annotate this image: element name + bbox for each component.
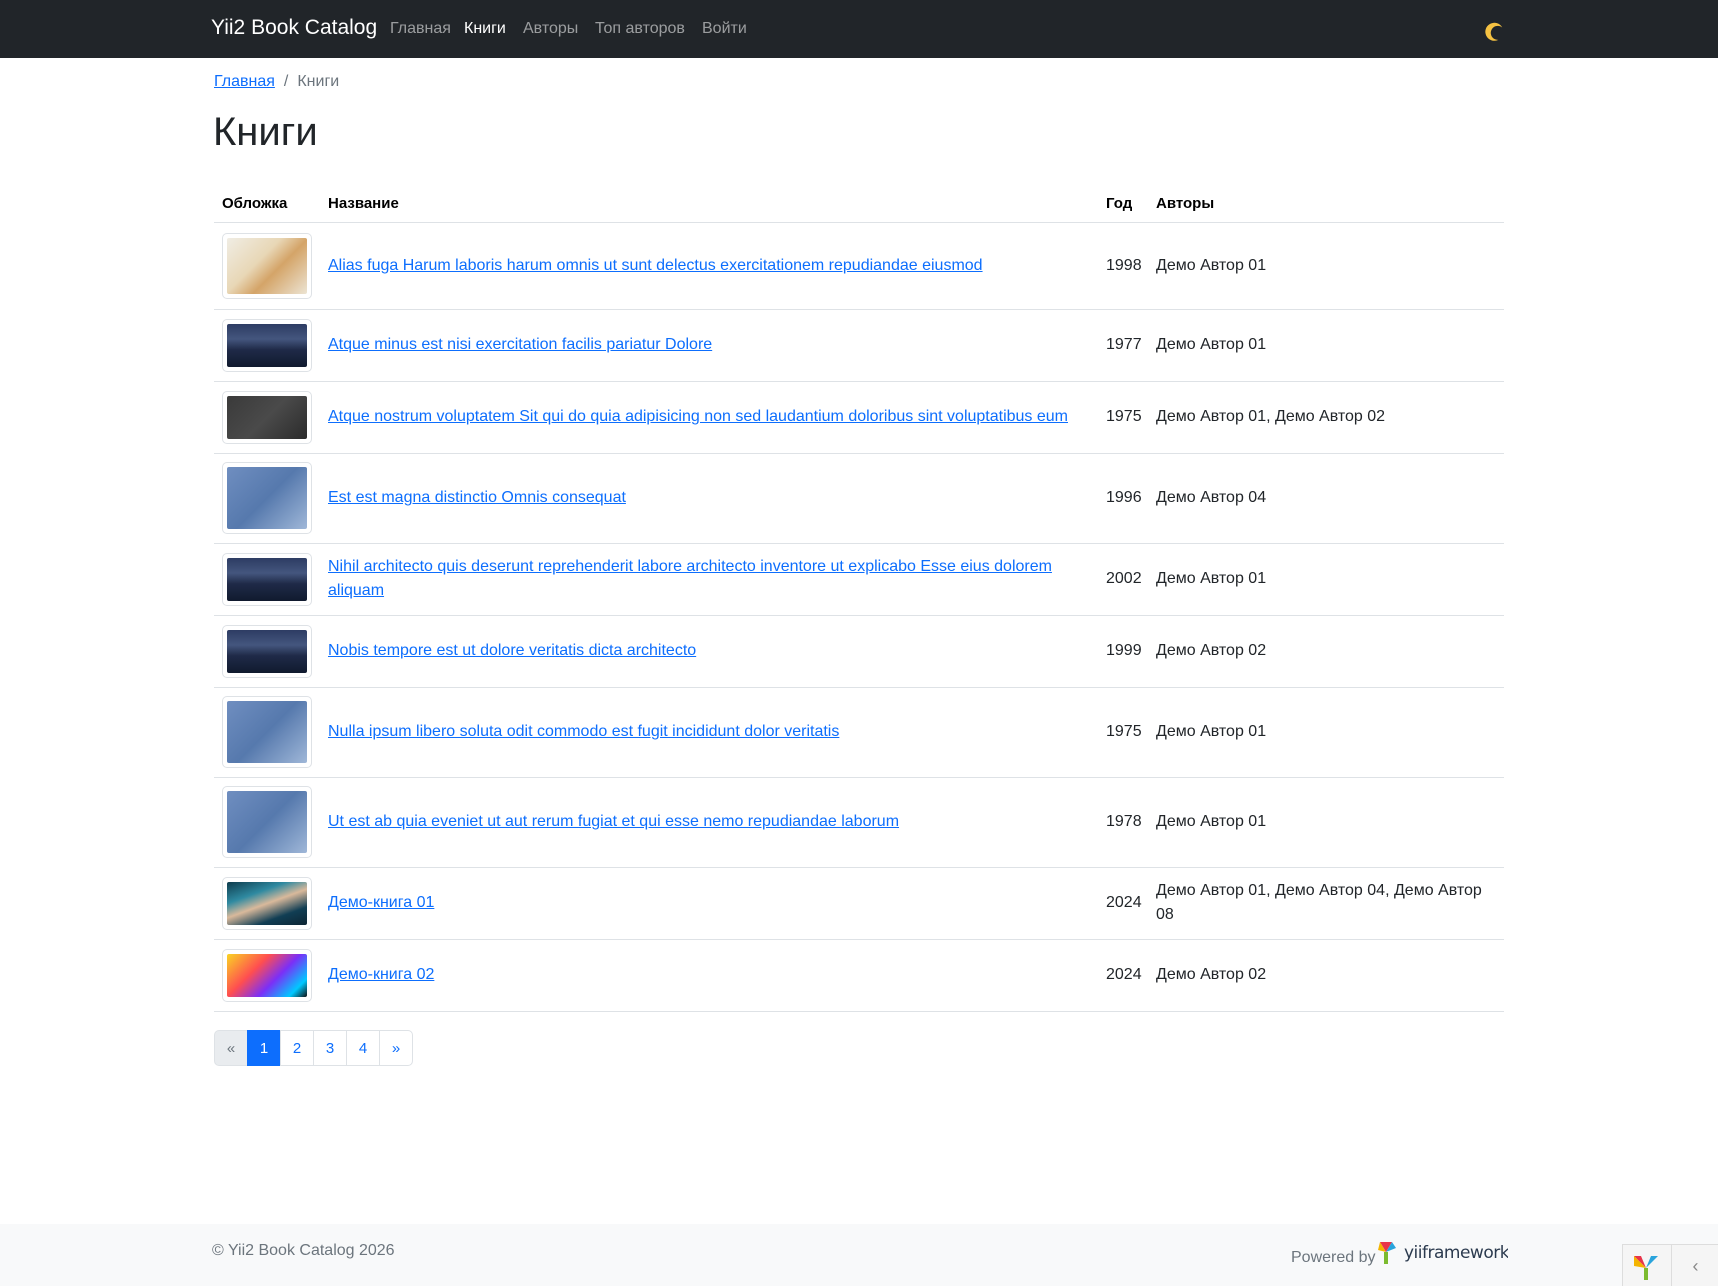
book-year: 1998 — [1098, 222, 1148, 310]
breadcrumb-separator: / — [283, 73, 289, 90]
book-authors: Демо Автор 01, Демо Автор 02 — [1148, 381, 1504, 454]
book-year: 1996 — [1098, 453, 1148, 544]
table-header-row: Обложка Название Год Авторы — [214, 186, 1504, 223]
color-swirl-image — [227, 953, 307, 997]
book-cover-thumbnail[interactable] — [222, 390, 312, 444]
book-authors: Демо Автор 04 — [1148, 453, 1504, 544]
dune-image — [227, 629, 307, 673]
navbar: Yii2 Book Catalog Главная Книги Авторы Т… — [0, 0, 1718, 58]
wave-image — [227, 881, 307, 925]
book-cover-thumbnail[interactable] — [222, 786, 312, 858]
book-authors: Демо Автор 01 — [1148, 222, 1504, 310]
book-title-link[interactable]: Демо-книга 01 — [328, 894, 434, 911]
book-cover-thumbnail[interactable] — [222, 696, 312, 768]
book-cover-thumbnail[interactable] — [222, 318, 312, 372]
book-cover-thumbnail[interactable] — [222, 624, 312, 678]
pagination-next[interactable]: » — [379, 1030, 413, 1066]
book-title-link[interactable]: Atque nostrum voluptatem Sit qui do quia… — [328, 408, 1068, 425]
yii-debug-icon[interactable] — [1631, 1252, 1661, 1282]
book-authors: Демо Автор 01 — [1148, 309, 1504, 382]
table-row: Atque nostrum voluptatem Sit qui do quia… — [214, 381, 1504, 454]
book-year: 1999 — [1098, 615, 1148, 688]
table-row: Alias fuga Harum laboris harum omnis ut … — [214, 222, 1504, 310]
nav-link-top-authors[interactable]: Топ авторов — [595, 20, 685, 38]
book-title-link[interactable]: Nobis tempore est ut dolore veritatis di… — [328, 642, 696, 659]
pagination: « 1 2 3 4 » — [214, 1030, 413, 1066]
moon-icon[interactable] — [1482, 19, 1506, 43]
book-year: 2024 — [1098, 867, 1148, 940]
table-row: Ut est ab quia eveniet ut aut rerum fugi… — [214, 777, 1504, 868]
brand[interactable]: Yii2 Book Catalog — [211, 16, 377, 40]
book-title-link[interactable]: Nihil architecto quis deserunt reprehend… — [328, 558, 1052, 599]
table-row: Демо-книга 02 2024 Демо Автор 02 — [214, 939, 1504, 1012]
book-authors: Демо Автор 01 — [1148, 543, 1504, 616]
book-year: 1978 — [1098, 777, 1148, 868]
pagination-page-3[interactable]: 3 — [313, 1030, 347, 1066]
nav-link-books[interactable]: Книги — [464, 20, 506, 38]
book-cover-thumbnail[interactable] — [222, 552, 312, 606]
header-year: Год — [1098, 186, 1148, 223]
book-title-link[interactable]: Nulla ipsum libero soluta odit commodo e… — [328, 723, 839, 740]
book-year: 1975 — [1098, 687, 1148, 778]
book-year: 2024 — [1098, 939, 1148, 1012]
debug-toggle-chevron-icon[interactable]: ‹ — [1671, 1245, 1718, 1286]
breadcrumb-home[interactable]: Главная — [214, 73, 275, 90]
yii-framework-logo[interactable]: yiiframework — [1376, 1238, 1510, 1268]
dune-image — [227, 323, 307, 367]
book-cover-thumbnail[interactable] — [222, 876, 312, 930]
pagination-page-2[interactable]: 2 — [280, 1030, 314, 1066]
nav-link-login[interactable]: Войти — [702, 20, 747, 38]
book-authors: Демо Автор 01 — [1148, 777, 1504, 868]
svg-text:yiiframework: yiiframework — [1404, 1243, 1508, 1263]
table-row: Atque minus est nisi exercitation facili… — [214, 309, 1504, 382]
book-cover-thumbnail[interactable] — [222, 232, 312, 299]
header-authors: Авторы — [1148, 186, 1504, 223]
breadcrumb-current: Книги — [297, 73, 340, 90]
book-authors: Демо Автор 01, Демо Автор 04, Демо Автор… — [1148, 867, 1504, 940]
book-title-link[interactable]: Alias fuga Harum laboris harum omnis ut … — [328, 257, 983, 274]
book-year: 2002 — [1098, 543, 1148, 616]
book-title-link[interactable]: Ut est ab quia eveniet ut aut rerum fugi… — [328, 813, 899, 830]
breadcrumb: Главная / Книги — [214, 73, 339, 91]
book-title-link[interactable]: Atque minus est nisi exercitation facili… — [328, 336, 712, 353]
map-image — [227, 701, 307, 763]
table-row: Est est magna distinctio Omnis consequat… — [214, 453, 1504, 544]
pagination-prev: « — [214, 1030, 248, 1066]
books-table: Обложка Название Год Авторы Alias fuga H… — [214, 186, 1504, 1012]
nav-link-authors[interactable]: Авторы — [523, 20, 578, 38]
header-title: Название — [320, 186, 1098, 223]
cat-image — [227, 237, 307, 294]
powered-by: Powered by — [1291, 1249, 1376, 1266]
table-row: Nobis tempore est ut dolore veritatis di… — [214, 615, 1504, 688]
debug-toolbar[interactable]: ‹ — [1622, 1244, 1718, 1286]
table-row: Nulla ipsum libero soluta odit commodo e… — [214, 687, 1504, 778]
table-row: Nihil architecto quis deserunt reprehend… — [214, 543, 1504, 616]
map-image — [227, 467, 307, 529]
book-year: 1975 — [1098, 381, 1148, 454]
book-authors: Демо Автор 02 — [1148, 939, 1504, 1012]
book-cover-thumbnail[interactable] — [222, 462, 312, 534]
book-authors: Демо Автор 02 — [1148, 615, 1504, 688]
pagination-page-4[interactable]: 4 — [346, 1030, 380, 1066]
table-row: Демо-книга 01 2024 Демо Автор 01, Демо А… — [214, 867, 1504, 940]
book-authors: Демо Автор 01 — [1148, 687, 1504, 778]
copyright: © Yii2 Book Catalog 2026 — [212, 1242, 395, 1259]
dune-image — [227, 557, 307, 601]
map-image — [227, 791, 307, 853]
book-title-link[interactable]: Est est magna distinctio Omnis consequat — [328, 489, 626, 506]
nav-link-home[interactable]: Главная — [390, 20, 451, 38]
book-cover-thumbnail[interactable] — [222, 948, 312, 1002]
page-title: Книги — [213, 110, 318, 154]
dark-image — [227, 395, 307, 439]
book-title-link[interactable]: Демо-книга 02 — [328, 966, 434, 983]
book-year: 1977 — [1098, 309, 1148, 382]
header-cover: Обложка — [214, 186, 320, 223]
pagination-page-1[interactable]: 1 — [247, 1030, 281, 1066]
footer: © Yii2 Book Catalog 2026 Powered by yiif… — [0, 1224, 1718, 1286]
